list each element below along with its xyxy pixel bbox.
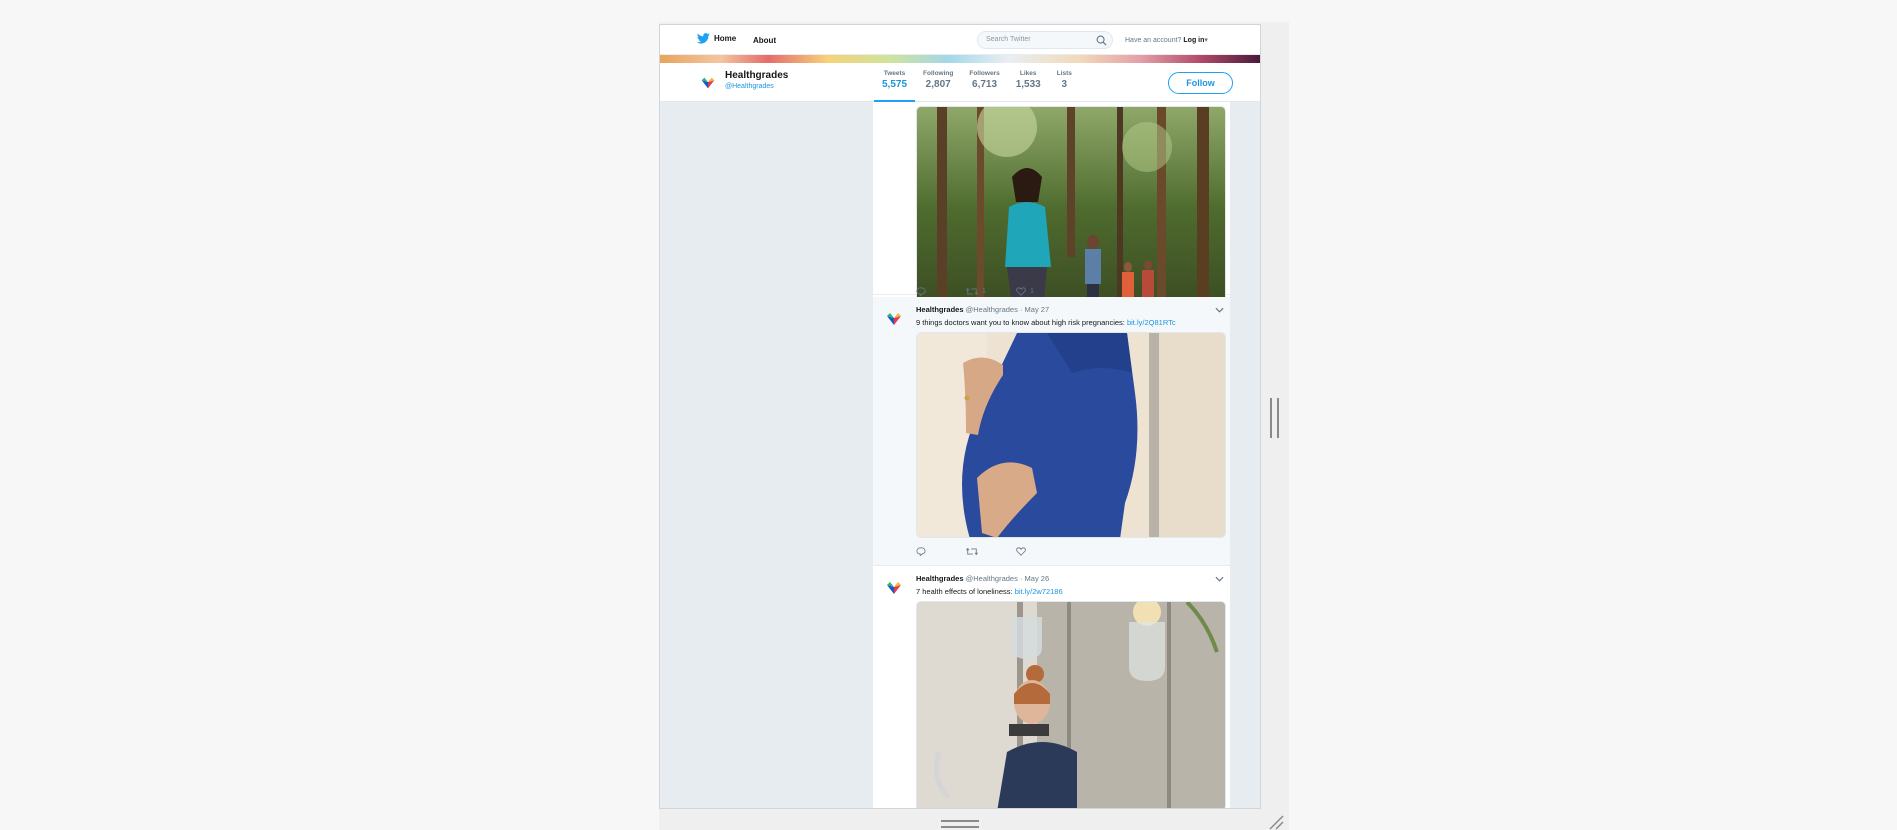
stat-label: Lists (1056, 70, 1072, 77)
stat-following[interactable]: Following 2,807 (915, 63, 961, 102)
tweet-text: 7 health effects of loneliness: bit.ly/2… (916, 587, 1063, 596)
follow-button[interactable]: Follow (1168, 72, 1233, 94)
horizontal-resize-handle[interactable] (941, 820, 979, 828)
stat-label: Tweets (883, 70, 906, 77)
profile-banner (660, 55, 1260, 63)
retweet-action[interactable]: 1 (966, 287, 1016, 296)
profile-handle[interactable]: @Healthgrades (725, 83, 774, 90)
retweet-icon (966, 287, 978, 296)
stat-likes[interactable]: Likes 1,533 (1008, 63, 1049, 102)
search-placeholder: Search Twitter (986, 36, 1031, 43)
tweet-item[interactable]: Healthgrades @Healthgrades · May 26 7 he… (873, 566, 1230, 808)
tweet-date[interactable]: · May 26 (1020, 574, 1049, 583)
tweet-author-handle[interactable]: @Healthgrades (966, 305, 1018, 314)
reply-icon (916, 287, 926, 296)
stat-value: 6,713 (972, 79, 998, 90)
reply-action[interactable] (916, 287, 966, 296)
tweet-header: Healthgrades @Healthgrades · May 27 (916, 305, 1049, 314)
profile-name[interactable]: Healthgrades (725, 70, 788, 81)
tweet-body: 9 things doctors want you to know about … (916, 318, 1125, 327)
tweet-media[interactable] (916, 601, 1226, 808)
like-action[interactable]: 1 (1016, 287, 1066, 296)
heart-icon (1016, 547, 1026, 556)
reply-icon (916, 547, 926, 556)
healthgrades-avatar[interactable] (884, 578, 904, 598)
twitter-bird-icon (697, 33, 710, 44)
like-action[interactable] (1016, 547, 1066, 556)
retweet-count: 1 (982, 288, 986, 295)
about-nav-link[interactable]: About (753, 36, 776, 45)
caret-down-icon[interactable]: ▾ (1204, 37, 1208, 44)
healthgrades-logo-icon[interactable] (699, 74, 717, 92)
profile-stats: Tweets 5,575 Following 2,807 Followers 6… (874, 63, 1080, 102)
tweet-author-handle[interactable]: @Healthgrades (966, 574, 1018, 583)
retweet-action[interactable] (966, 547, 1016, 556)
tweet-media[interactable] (916, 106, 1226, 312)
tweet-author-name[interactable]: Healthgrades (916, 574, 964, 583)
stat-value: 2,807 (925, 79, 951, 90)
woman-looking-out-window-photo (917, 602, 1225, 808)
tweet-date[interactable]: · May 27 (1020, 305, 1049, 314)
stat-value: 1,533 (1015, 79, 1041, 90)
account-prompt: Have an account? (1125, 37, 1182, 44)
vertical-resize-handle[interactable] (1270, 398, 1279, 438)
stat-value: 3 (1061, 79, 1068, 90)
stat-lists[interactable]: Lists 3 (1049, 63, 1080, 102)
profile-nav-bar: Healthgrades @Healthgrades Tweets 5,575 … (660, 63, 1260, 102)
tweet-actions: 1 1 (916, 287, 1066, 296)
tweet-actions (916, 547, 1066, 556)
retweet-icon (966, 547, 978, 556)
reply-action[interactable] (916, 547, 966, 556)
tweet-media[interactable] (916, 332, 1226, 538)
tweet-link[interactable]: bit.ly/2Q81RTc (1127, 318, 1176, 327)
tweet-header: Healthgrades @Healthgrades · May 26 (916, 574, 1049, 583)
resize-grip-icon[interactable] (1268, 814, 1284, 830)
tweet-author-name[interactable]: Healthgrades (916, 305, 964, 314)
tweet-body: 7 health effects of loneliness: (916, 587, 1013, 596)
top-navigation: Home About Search Twitter Have an accoun… (660, 25, 1260, 55)
stat-value: 5,575 (882, 79, 908, 90)
chevron-down-icon[interactable] (1215, 576, 1224, 582)
healthgrades-avatar[interactable] (884, 309, 904, 329)
pregnant-woman-blue-dress-photo (917, 333, 1225, 537)
heart-icon (1016, 287, 1026, 296)
tweet-item[interactable]: Healthgrades @Healthgrades · May 27 9 th… (873, 297, 1230, 566)
login-link[interactable]: Log in (1183, 37, 1204, 44)
stat-label: Following (923, 70, 954, 77)
chevron-down-icon[interactable] (1215, 307, 1224, 313)
stat-tweets[interactable]: Tweets 5,575 (874, 63, 916, 102)
home-nav-link[interactable]: Home (697, 33, 736, 44)
stat-followers[interactable]: Followers 6,713 (961, 63, 1007, 102)
stat-label: Likes (1019, 70, 1037, 77)
like-count: 1 (1030, 288, 1034, 295)
search-input[interactable]: Search Twitter (977, 31, 1113, 49)
tweet-link[interactable]: bit.ly/2w72186 (1015, 587, 1063, 596)
search-icon[interactable] (1096, 35, 1107, 46)
tweet-item[interactable] (873, 100, 1230, 312)
account-login: Have an account? Log in▾ (1125, 36, 1208, 44)
home-label: Home (714, 34, 737, 43)
tweet-timeline: 1 1 Healthgrades @Healthgrades · May 27 (872, 100, 1231, 808)
tweet-text: 9 things doctors want you to know about … (916, 318, 1176, 327)
stat-label: Followers (969, 70, 1000, 77)
browser-viewport: Home About Search Twitter Have an accoun… (659, 24, 1261, 809)
woman-hiking-forest-photo (917, 107, 1225, 311)
